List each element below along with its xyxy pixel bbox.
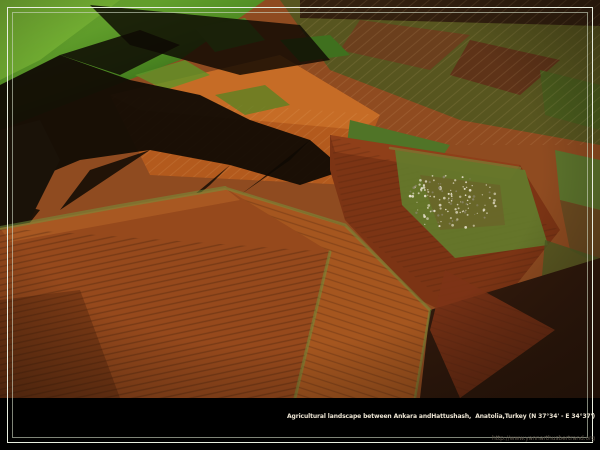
vignette	[0, 0, 600, 398]
caption: Agricultural landscape between Ankara an…	[287, 399, 595, 450]
caption-url: http://www.yannarthusbertrand.org	[287, 435, 595, 442]
caption-title: Agricultural landscape between Ankara an…	[287, 413, 595, 420]
aerial-photo	[0, 0, 600, 398]
wallpaper: Agricultural landscape between Ankara an…	[0, 0, 600, 450]
aerial-photo-art	[0, 0, 600, 398]
